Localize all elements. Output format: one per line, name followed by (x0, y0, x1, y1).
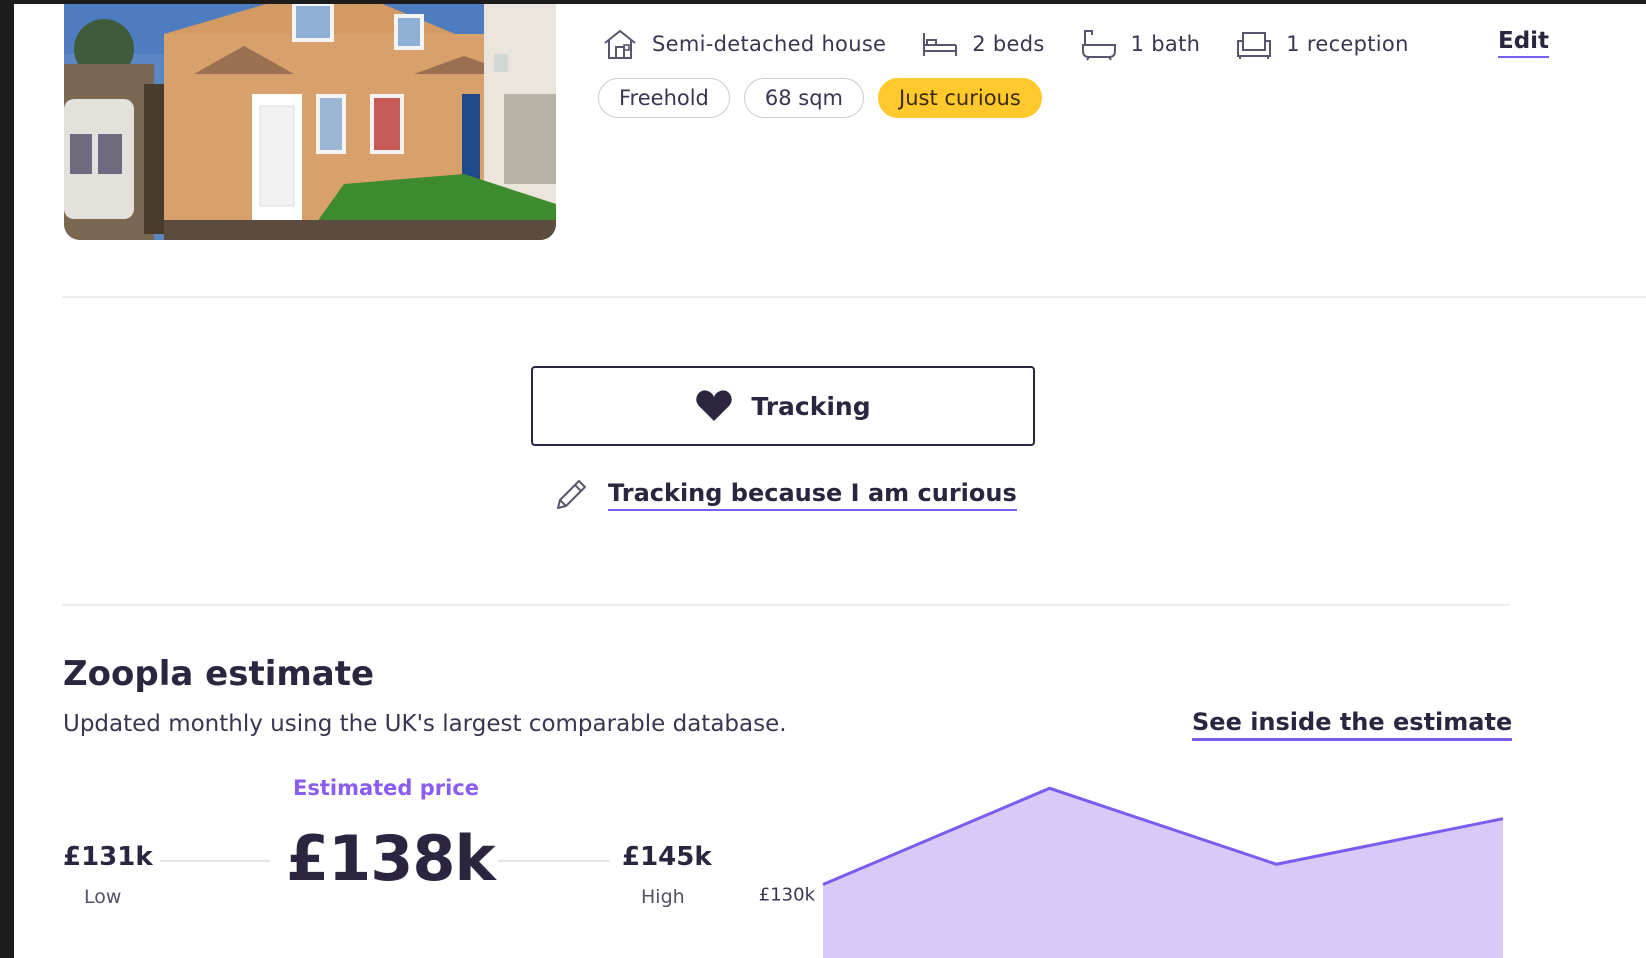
high-estimate-caption: High (641, 886, 685, 908)
feature-property-type: Semi-detached house (600, 26, 886, 62)
feature-label: 2 beds (972, 32, 1045, 56)
range-line-high (498, 860, 610, 862)
range-line-low (160, 860, 270, 862)
feature-label: Semi-detached house (652, 32, 887, 56)
bed-icon (920, 26, 960, 62)
tag-tracking-reason: Just curious (878, 78, 1042, 118)
property-photo[interactable] (64, 4, 556, 240)
estimate-area (823, 788, 1503, 958)
estimate-title: Zoopla estimate (63, 654, 375, 694)
divider (62, 604, 1510, 606)
estimated-price-value: £138k (286, 822, 496, 895)
tracking-reason-link[interactable]: Tracking because I am curious (554, 478, 1017, 512)
feature-label: 1 reception (1286, 32, 1409, 56)
property-features: Semi-detached house 2 beds 1 bath 1 rece… (600, 24, 1443, 64)
sofa-icon (1234, 26, 1274, 62)
edit-link[interactable]: Edit (1498, 28, 1550, 58)
property-page: Semi-detached house 2 beds 1 bath 1 rece… (14, 4, 1646, 958)
feature-baths: 1 bath (1079, 26, 1201, 62)
y-tick-label: £130k (759, 885, 816, 906)
see-inside-estimate-link[interactable]: See inside the estimate (1192, 708, 1513, 741)
feature-receptions: 1 reception (1234, 26, 1408, 62)
estimate-history-chart: £130k (759, 786, 1504, 958)
bath-icon (1079, 26, 1119, 62)
tag-size: 68 sqm (743, 78, 865, 118)
tag-tenure: Freehold (598, 78, 730, 118)
low-estimate-caption: Low (84, 886, 122, 908)
high-estimate-value: £145k (622, 842, 712, 872)
tracking-reason-label: Tracking because I am curious (608, 479, 1017, 511)
feature-beds: 2 beds (920, 26, 1044, 62)
estimate-subtitle: Updated monthly using the UK's largest c… (63, 711, 787, 737)
estimated-price-label: Estimated price (293, 776, 480, 800)
house-icon (600, 26, 640, 62)
heart-icon (695, 389, 733, 423)
pencil-icon (554, 478, 588, 512)
feature-label: 1 bath (1130, 32, 1201, 56)
property-tags: Freehold 68 sqm Just curious (598, 78, 1056, 118)
tracking-button[interactable]: Tracking (531, 366, 1035, 446)
divider (62, 296, 1646, 298)
low-estimate-value: £131k (63, 842, 153, 872)
tracking-button-label: Tracking (751, 391, 871, 421)
